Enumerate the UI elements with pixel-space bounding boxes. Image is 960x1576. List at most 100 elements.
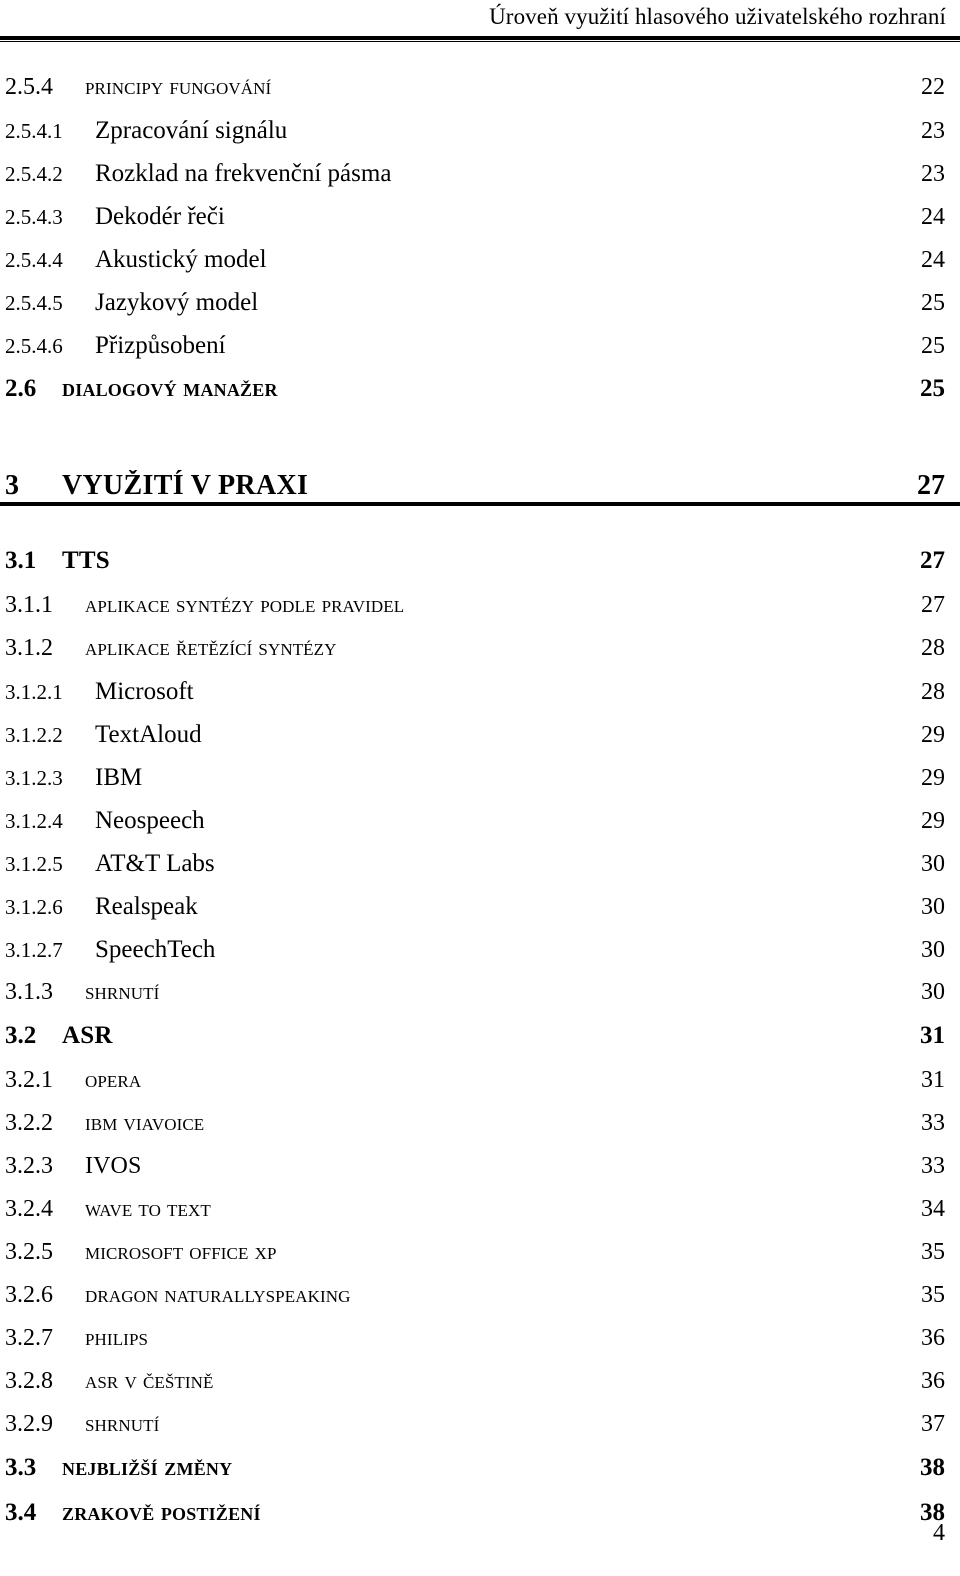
toc-entry-label: Principy fungování bbox=[85, 74, 272, 100]
toc-entry-label: Jazykový model bbox=[95, 289, 259, 316]
toc-entry[interactable]: 3.1.1 Aplikace syntézy podle pravidel 27 bbox=[0, 592, 960, 635]
toc-entry[interactable]: 3.1.2.5 AT&T Labs 30 bbox=[0, 850, 960, 893]
toc-entry-page-number: 25 bbox=[920, 375, 945, 402]
toc-entry[interactable]: 3.1.2.4 Neospeech 29 bbox=[0, 807, 960, 850]
toc-entry-page-number: 29 bbox=[921, 765, 945, 791]
toc-entry[interactable]: 3.2 ASR 31 bbox=[0, 1022, 960, 1067]
toc-entry-label: Nejbližší změny bbox=[62, 1454, 233, 1481]
toc-entry[interactable]: 3.2.4 Wave To Text 34 bbox=[0, 1196, 960, 1239]
running-header-title: Úroveň využití hlasového uživatelského r… bbox=[489, 4, 946, 29]
toc-entry-label: Aplikace syntézy podle pravidel bbox=[85, 592, 405, 618]
toc-entry-page-number: 29 bbox=[921, 808, 945, 834]
toc-entry-label: Dekodér řeči bbox=[95, 203, 225, 230]
toc-entry-page-number: 37 bbox=[921, 1411, 945, 1437]
toc-entry-page-number: 27 bbox=[920, 547, 945, 574]
toc-entry-label: Akustický model bbox=[95, 246, 267, 273]
toc-entry[interactable]: 3.2.6 Dragon NaturallySpeaking 35 bbox=[0, 1282, 960, 1325]
toc-entry[interactable]: 2.5.4.6 Přizpůsobení 25 bbox=[0, 332, 960, 375]
toc-entry[interactable]: 3.3 Nejbližší změny 38 bbox=[0, 1454, 960, 1499]
toc-entry-number: 3.3 bbox=[5, 1454, 37, 1481]
toc-entry-number: 3.1.2.7 bbox=[5, 938, 63, 962]
toc-entry-number: 3.2.4 bbox=[5, 1196, 53, 1222]
toc-entry-label: Shrnutí bbox=[85, 979, 160, 1005]
toc-entry[interactable]: 3.1.3 Shrnutí 30 bbox=[0, 979, 960, 1022]
toc-entry-label: Realspeak bbox=[95, 893, 198, 920]
toc-entry[interactable]: 3.1.2.7 SpeechTech 30 bbox=[0, 936, 960, 979]
toc-entry-page-number: 30 bbox=[921, 937, 945, 963]
toc-entry-page-number: 25 bbox=[921, 333, 945, 359]
toc-entry-label: Shrnutí bbox=[85, 1411, 160, 1437]
toc-entry-page-number: 31 bbox=[921, 1067, 945, 1093]
toc-entry-label: TTS bbox=[62, 547, 110, 574]
toc-entry-page-number: 28 bbox=[921, 679, 945, 705]
toc-entry-page-number: 35 bbox=[921, 1282, 945, 1308]
toc-entry-label: IVOS bbox=[85, 1153, 142, 1179]
toc-entry-number: 3.2.3 bbox=[5, 1153, 53, 1179]
toc-entry[interactable]: 3.1.2.2 TextAloud 29 bbox=[0, 721, 960, 764]
toc-entry-label: SpeechTech bbox=[95, 936, 216, 963]
toc-entry-page-number: 33 bbox=[921, 1110, 945, 1136]
toc-entry-label: Aplikace řetězící syntézy bbox=[85, 635, 337, 661]
toc-entry[interactable]: 3.2.8 ASR v češtině 36 bbox=[0, 1368, 960, 1411]
toc-entry[interactable]: 3.1.2.3 IBM 29 bbox=[0, 764, 960, 807]
toc-entry[interactable]: 3.1.2.1 Microsoft 28 bbox=[0, 678, 960, 721]
toc-entry-label: IBM ViaVoice bbox=[85, 1110, 205, 1136]
toc-entry-number: 2.5.4.6 bbox=[5, 334, 63, 358]
toc-entry[interactable]: 3.2.7 Philips 36 bbox=[0, 1325, 960, 1368]
toc-entry[interactable]: 2.5.4 Principy fungování 22 bbox=[0, 74, 960, 117]
table-of-contents: 2.5.4 Principy fungování 22 2.5.4.1 Zpracová… bbox=[0, 74, 960, 1544]
toc-entry-page-number: 36 bbox=[921, 1368, 945, 1394]
toc-entry-number: 3.2 bbox=[5, 1022, 37, 1049]
toc-entry[interactable]: 3 VYUŽITÍ V PRAXI 27 bbox=[0, 455, 960, 506]
toc-entry[interactable]: 3.2.2 IBM ViaVoice 33 bbox=[0, 1110, 960, 1153]
toc-entry-page-number: 30 bbox=[921, 851, 945, 877]
toc-entry-number: 2.5.4.3 bbox=[5, 205, 63, 229]
toc-entry-number: 3.2.1 bbox=[5, 1067, 53, 1093]
toc-entry[interactable]: 3.1.2.6 Realspeak 30 bbox=[0, 893, 960, 936]
toc-entry[interactable]: 2.5.4.2 Rozklad na frekvenční pásma 23 bbox=[0, 160, 960, 203]
toc-entry-page-number: 24 bbox=[921, 247, 945, 273]
toc-entry-page-number: 30 bbox=[921, 979, 945, 1005]
toc-entry[interactable]: 3.2.1 Opera 31 bbox=[0, 1067, 960, 1110]
toc-entry-page-number: 23 bbox=[921, 118, 945, 144]
toc-entry-number: 3.2.8 bbox=[5, 1368, 53, 1394]
toc-entry-number: 3.1.1 bbox=[5, 592, 53, 618]
toc-entry-label: VYUŽITÍ V PRAXI bbox=[62, 470, 309, 501]
toc-entry[interactable]: 3.1.2 Aplikace řetězící syntézy 28 bbox=[0, 635, 960, 678]
toc-entry[interactable]: 2.5.4.5 Jazykový model 25 bbox=[0, 289, 960, 332]
toc-entry[interactable]: 2.6 Dialogový manažer 25 bbox=[0, 375, 960, 420]
toc-entry-label: Wave To Text bbox=[85, 1196, 211, 1222]
toc-entry-label: TextAloud bbox=[95, 721, 202, 748]
toc-entry-number: 3.1.2.3 bbox=[5, 766, 63, 790]
toc-entry-page-number: 38 bbox=[920, 1454, 945, 1481]
toc-entry-number: 2.6 bbox=[5, 375, 37, 402]
toc-entry-number: 3.1.2 bbox=[5, 635, 53, 661]
toc-entry-label: Microsoft bbox=[95, 678, 194, 705]
toc-entry-label: Philips bbox=[85, 1325, 149, 1351]
toc-entry-page-number: 28 bbox=[921, 635, 945, 661]
toc-entry-number: 3.2.9 bbox=[5, 1411, 53, 1437]
toc-entry-label: Neospeech bbox=[95, 807, 205, 834]
toc-entry-number: 3.2.2 bbox=[5, 1110, 53, 1136]
toc-entry-page-number: 34 bbox=[921, 1196, 945, 1222]
footer-page-number: 4 bbox=[933, 1520, 945, 1546]
toc-entry-label: ASR bbox=[62, 1022, 113, 1049]
toc-entry-page-number: 25 bbox=[921, 290, 945, 316]
toc-entry-page-number: 33 bbox=[921, 1153, 945, 1179]
toc-entry-label: Zpracování signálu bbox=[95, 117, 288, 144]
toc-entry-number: 3.1.2.2 bbox=[5, 723, 63, 747]
toc-entry-number: 3.2.7 bbox=[5, 1325, 53, 1351]
toc-entry-number: 3 bbox=[5, 470, 19, 501]
toc-entry-number: 3.1 bbox=[5, 547, 37, 574]
toc-entry[interactable]: 3.1 TTS 27 bbox=[0, 547, 960, 592]
toc-entry[interactable]: 2.5.4.1 Zpracování signálu 23 bbox=[0, 117, 960, 160]
document-page: Úroveň využití hlasového uživatelského r… bbox=[0, 0, 960, 1576]
toc-entry[interactable]: 2.5.4.4 Akustický model 24 bbox=[0, 246, 960, 289]
toc-entry-label: Rozklad na frekvenční pásma bbox=[95, 160, 392, 187]
toc-entry[interactable]: 3.2.5 Microsoft Office XP 35 bbox=[0, 1239, 960, 1282]
toc-entry-number: 3.2.5 bbox=[5, 1239, 53, 1265]
toc-entry-label: ASR v češtině bbox=[85, 1368, 214, 1394]
toc-entry[interactable]: 3.2.9 Shrnutí 37 bbox=[0, 1411, 960, 1454]
toc-entry[interactable]: 3.2.3 IVOS 33 bbox=[0, 1153, 960, 1196]
toc-entry[interactable]: 2.5.4.3 Dekodér řeči 24 bbox=[0, 203, 960, 246]
